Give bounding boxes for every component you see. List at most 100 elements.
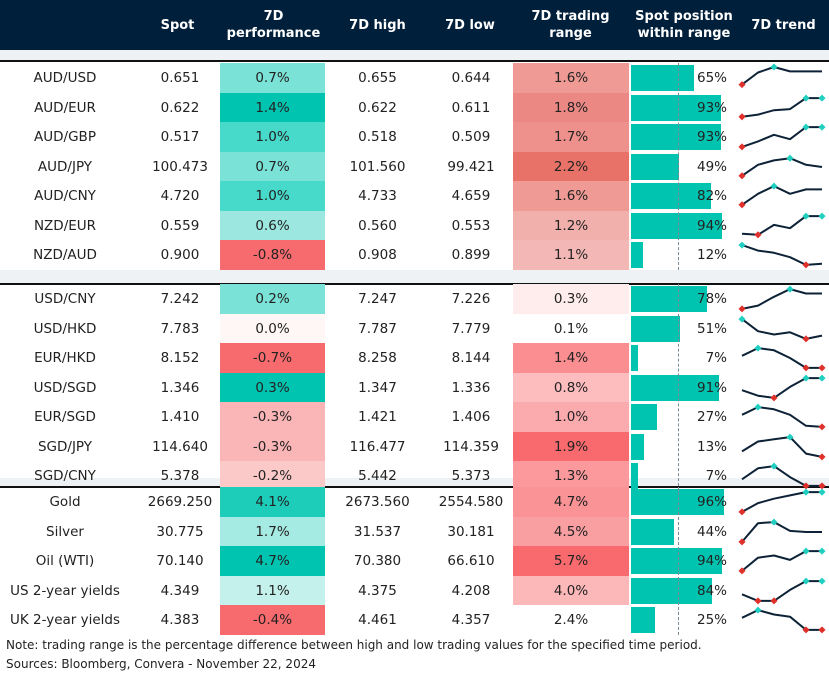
footnote: Note: trading range is the percentage di… [6,638,702,652]
7d-high-value: 4.375 [358,582,397,599]
7d-performance-value: 0.6% [220,210,325,241]
7d-trading-range-value: 4.7% [513,487,629,517]
group-separator-band [0,50,829,60]
7d-high-value: 70.380 [353,553,402,569]
spot-value: 7.783 [160,320,200,337]
trend-sparkline [741,374,826,401]
trend-line [741,317,823,340]
spot-position-label: 7% [705,350,727,366]
spot-position-label: 94% [696,553,727,569]
trend-line [741,491,822,513]
spot-value: 70.140 [156,553,204,569]
trend-high-marker [818,488,826,496]
trend-line [741,579,822,602]
trend-sparkline [741,606,826,634]
spot-value: 0.517 [160,129,200,145]
7d-trading-range-value: 5.7% [513,546,629,576]
7d-high-value: 31.537 [353,523,402,540]
7d-low-value: 0.899 [451,247,491,263]
7d-low-value: 99.421 [447,158,495,175]
spot-value: 7.242 [160,291,200,307]
instrument-name: EUR/SGD [34,409,96,425]
7d-trading-range-value: 0.1% [513,313,629,344]
instrument-name: USD/SGD [33,379,97,396]
trend-sparkline [738,285,822,313]
trend-sparkline [738,547,826,575]
7d-performance-value: 4.1% [220,487,325,517]
trend-line [741,609,822,631]
7d-high-value: 0.908 [358,247,397,263]
spot-position-label: 27% [696,409,727,425]
spot-value: 4.720 [160,188,200,204]
trend-line [741,214,822,236]
7d-high-value: 116.477 [349,438,406,455]
7d-performance-value: 0.2% [220,284,325,314]
7d-performance-value: 0.3% [220,372,325,403]
instrument-name: Oil (WTI) [35,553,95,569]
spot-value: 1.346 [160,379,200,396]
spot-value: 2669.250 [147,494,213,510]
spot-position-label: 84% [696,582,727,599]
trend-sparkline [741,344,826,372]
7d-high-value: 0.655 [358,70,397,86]
7d-high-value: 7.247 [358,291,397,307]
spot-position-label: 82% [696,188,727,204]
table-row: EUR/SGD 1.410 -0.3% 1.421 1.406 1.0% 27% [0,402,829,432]
7d-trading-range-value: 1.2% [513,210,629,241]
trend-line [741,288,822,310]
instrument-name: NZD/AUD [33,247,97,263]
spot-value: 100.473 [152,158,208,175]
sources-note: Sources: Bloomberg, Convera - November 2… [6,657,316,671]
trend-line [741,126,822,148]
spot-value: 4.383 [160,612,200,628]
instrument-name: US 2-year yields [10,582,120,599]
trend-low-marker [818,423,826,431]
7d-performance-value: 1.7% [220,516,325,547]
trend-low-marker [738,305,746,313]
trend-line [741,435,823,458]
7d-performance-value: -0.3% [220,431,325,462]
table-row: AUD/JPY 100.473 0.7% 101.560 99.421 2.2% 49% [0,151,829,182]
spot-value: 0.900 [160,247,200,263]
trend-high-marker [818,374,826,382]
7d-low-value: 114.359 [443,438,499,455]
7d-high-value: 0.622 [358,99,397,116]
instrument-name: AUD/EUR [34,99,96,116]
spot-value: 0.622 [160,99,200,116]
7d-high-value: 1.347 [358,379,397,396]
7d-trading-range-value: 4.0% [513,575,629,606]
7d-low-value: 1.406 [451,409,491,425]
7d-performance-value: 4.7% [220,546,325,576]
7d-trading-range-value: 1.8% [513,92,629,123]
table-row: AUD/GBP 0.517 1.0% 0.518 0.509 1.7% 93% [0,122,829,152]
table-row: AUD/CNY 4.720 1.0% 4.733 4.659 1.6% 82% [0,181,829,211]
7d-low-value: 2554.580 [438,494,504,510]
trend-sparkline [741,433,826,460]
7d-low-value: 8.144 [451,350,491,366]
instrument-name: Silver [46,523,84,540]
trend-high-marker [738,241,746,249]
7d-low-value: 66.610 [447,553,495,569]
header-7d-performance: 7D performance [226,9,321,41]
7d-trading-range-value: 0.3% [513,284,629,314]
instrument-name: Gold [49,494,81,510]
group-divider-line [0,60,829,62]
spot-position-label: 96% [696,494,727,510]
group-separator-band [0,270,829,283]
7d-low-value: 30.181 [447,523,495,540]
trend-line [741,347,822,369]
trend-line [741,156,823,177]
table-row: EUR/HKD 8.152 -0.7% 8.258 8.144 1.4% 7% [0,343,829,373]
instrument-name: USD/HKD [33,320,97,337]
trend-sparkline [741,403,826,431]
trend-line [741,520,822,543]
7d-low-value: 1.336 [451,379,491,396]
7d-performance-value: 1.0% [220,122,325,152]
7d-trading-range-value: 4.5% [513,516,629,547]
trend-sparkline [738,518,822,545]
7d-performance-value: 0.0% [220,313,325,344]
7d-performance-value: -0.3% [220,402,325,432]
table-row: NZD/AUD 0.900 -0.8% 0.908 0.899 1.1% 12% [0,240,829,270]
trend-sparkline [738,123,826,151]
spot-value: 0.559 [160,217,200,234]
